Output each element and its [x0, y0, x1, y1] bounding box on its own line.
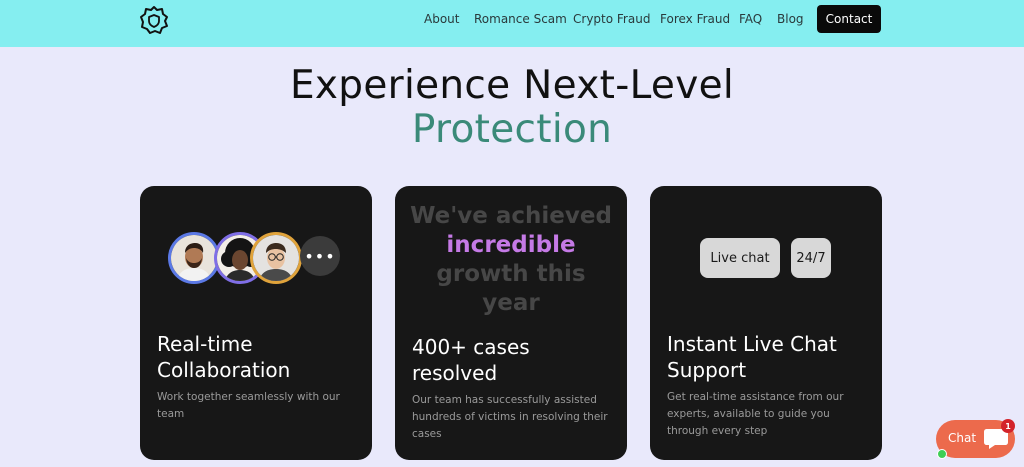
feature-card-collaboration: ••• Real-time Collaboration Work togethe…	[140, 186, 372, 460]
avatar	[168, 232, 220, 284]
more-members-icon: •••	[300, 236, 340, 276]
growth-highlight: incredible	[446, 232, 576, 258]
chat-label: Chat	[948, 431, 977, 445]
nav-link-blog[interactable]: Blog	[777, 12, 804, 26]
growth-line: growth this	[436, 261, 586, 287]
card-title-line: resolved	[412, 361, 498, 385]
nav-link-about[interactable]: About	[424, 12, 459, 26]
card-description-line: cases	[412, 428, 442, 440]
card-title-line: 400+ cases	[412, 335, 530, 359]
card-description-line: Work together seamlessly with our	[157, 391, 340, 403]
feature-card-live-chat: Live chat 24/7 Instant Live Chat Support…	[650, 186, 882, 460]
card-title-line: Collaboration	[157, 358, 291, 382]
growth-statement: We've achieved incredible growth this ye…	[395, 202, 627, 318]
avatar-man-beard-icon	[171, 235, 217, 281]
avatar	[250, 232, 302, 284]
nav-link-romance-scam[interactable]: Romance Scam	[474, 12, 567, 26]
feature-card-cases: We've achieved incredible growth this ye…	[395, 186, 627, 460]
nav-link-forex-fraud[interactable]: Forex Fraud	[660, 12, 730, 26]
hero-headline-accent: Protection	[411, 107, 613, 152]
nav-link-faq[interactable]: FAQ	[739, 12, 762, 26]
card-title-line: Instant Live Chat	[667, 332, 837, 356]
card-description-line: hundreds of victims in resolving their	[412, 411, 608, 423]
availability-chip: 24/7	[791, 238, 831, 278]
growth-line: We've achieved	[410, 203, 612, 229]
avatar-man-glasses-icon	[253, 235, 299, 281]
notification-badge: 1	[1001, 419, 1015, 433]
nav-link-crypto-fraud[interactable]: Crypto Fraud	[573, 12, 650, 26]
card-description-line: experts, available to guide you	[667, 408, 830, 420]
card-title-line: Real-time	[157, 332, 253, 356]
hero-headline: Experience Next-Level	[289, 63, 735, 108]
online-status-dot	[937, 449, 947, 459]
card-description-line: Get real-time assistance from our	[667, 391, 844, 403]
contact-button[interactable]: Contact	[817, 5, 881, 33]
card-title-line: Support	[667, 358, 747, 382]
card-description-line: Our team has successfully assisted	[412, 394, 597, 406]
card-description-line: through every step	[667, 425, 768, 437]
live-chat-chip: Live chat	[700, 238, 780, 278]
card-description-line: team	[157, 408, 185, 420]
growth-line: year	[482, 290, 540, 316]
navbar: About Romance Scam Crypto Fraud Forex Fr…	[0, 0, 1024, 47]
logo-icon[interactable]	[139, 5, 169, 35]
